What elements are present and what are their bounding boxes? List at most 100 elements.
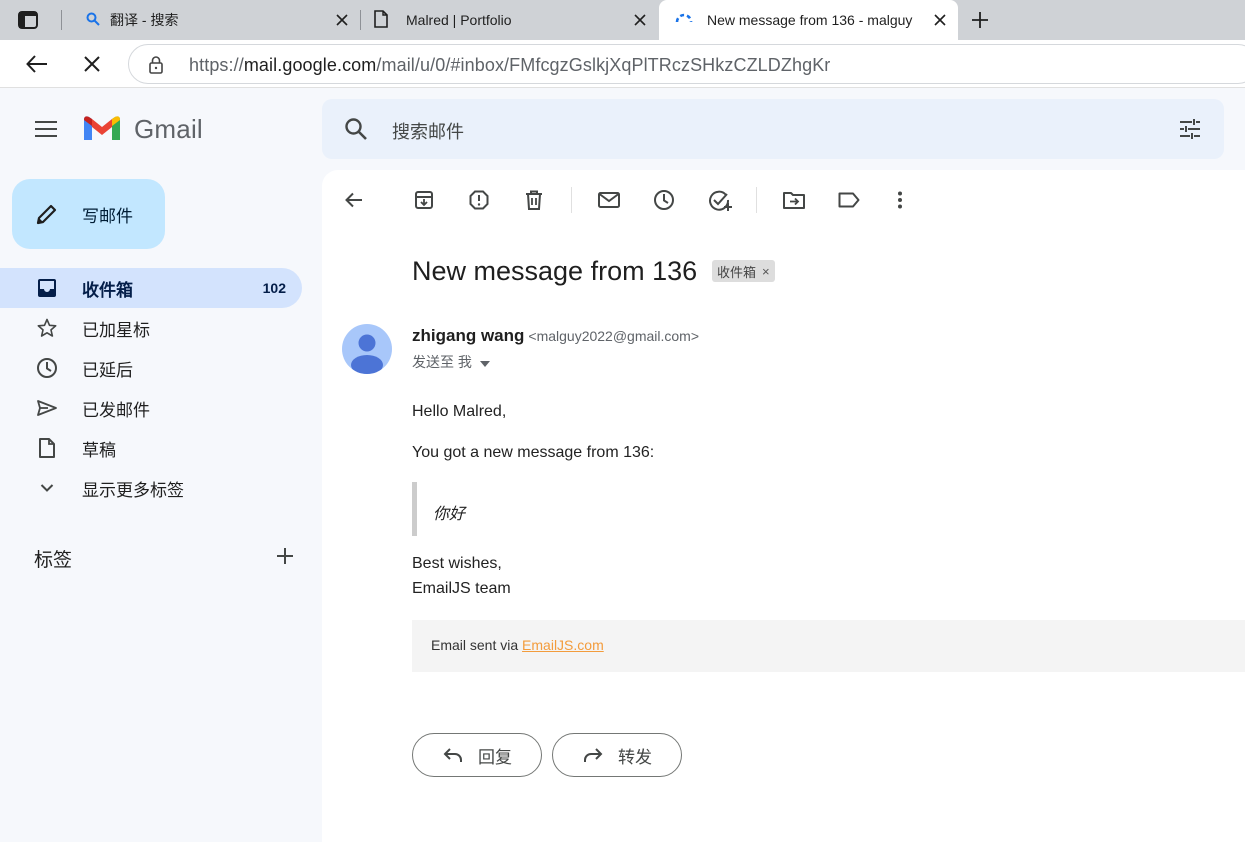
move-to-icon[interactable] <box>782 188 806 212</box>
star-icon <box>36 317 58 339</box>
gmail-wordmark: Gmail <box>134 114 203 144</box>
sidebar-item-label: 显示更多标签 <box>82 480 184 500</box>
sidebar-item-label: 草稿 <box>82 440 116 460</box>
labels-section-header: 标签 <box>34 545 294 571</box>
url-path: /mail/u/0/#inbox/FMfcgzGslkjXqPlTRczSHkz… <box>376 55 831 75</box>
quoted-text: 你好 <box>433 506 466 523</box>
label-icon[interactable] <box>837 188 861 212</box>
inbox-label-chip[interactable]: 收件箱 × <box>712 260 775 282</box>
sidebar-nav: 收件箱 102 已加星标 已延后 已发邮件 草稿 显示更多标签 <box>0 268 302 508</box>
stop-loading-icon[interactable] <box>80 52 104 76</box>
sidebar-item-snoozed[interactable]: 已延后 <box>0 348 302 388</box>
tab-separator <box>61 10 62 30</box>
tab-gmail-message[interactable]: New message from 136 - malguy <box>659 0 958 40</box>
quoted-message: 你好 <box>412 482 812 536</box>
emailjs-link[interactable]: EmailJS.com <box>522 637 604 653</box>
delete-icon[interactable] <box>522 188 546 212</box>
forward-label: 转发 <box>618 747 652 767</box>
caret-down-icon[interactable] <box>479 354 490 370</box>
close-icon[interactable] <box>632 12 648 28</box>
url-host: mail.google.com <box>243 55 377 75</box>
url-field[interactable]: https://mail.google.com/mail/u/0/#inbox/… <box>128 44 1245 84</box>
tab-separator <box>360 10 361 30</box>
archive-icon[interactable] <box>412 188 436 212</box>
more-vert-icon[interactable] <box>888 188 912 212</box>
browser-address-bar: https://mail.google.com/mail/u/0/#inbox/… <box>0 40 1245 88</box>
reply-label: 回复 <box>478 747 512 767</box>
unread-count: 102 <box>262 280 286 296</box>
tab-title: 翻译 - 搜索 <box>110 12 179 28</box>
forward-icon <box>582 744 604 766</box>
sidebar-item-starred[interactable]: 已加星标 <box>0 308 302 348</box>
body-closing-1: Best wishes, <box>412 555 502 572</box>
clock-icon <box>36 357 58 379</box>
search-input[interactable]: 搜索邮件 <box>392 118 464 144</box>
reply-button[interactable]: 回复 <box>412 733 542 777</box>
main-menu-icon[interactable] <box>32 117 60 141</box>
sender-line: zhigang wang <malguy2022@gmail.com> <box>412 326 699 346</box>
footer-text: Email sent via EmailJS.com <box>431 637 604 653</box>
forward-button[interactable]: 转发 <box>552 733 682 777</box>
url-text: https://mail.google.com/mail/u/0/#inbox/… <box>189 55 830 76</box>
snooze-clock-icon[interactable] <box>652 188 676 212</box>
tab-title: New message from 136 - malguy <box>707 12 913 28</box>
gmail-m-icon <box>82 112 122 147</box>
avatar[interactable] <box>342 324 392 374</box>
body-closing-2: EmailJS team <box>412 580 511 597</box>
gmail-logo[interactable]: Gmail <box>82 112 203 147</box>
send-icon <box>36 397 58 419</box>
footer-prefix: Email sent via <box>431 637 523 653</box>
draft-icon <box>36 437 58 459</box>
sidebar-item-inbox[interactable]: 收件箱 102 <box>0 268 302 308</box>
email-subject: New message from 136 <box>412 256 698 286</box>
inbox-icon <box>36 277 58 299</box>
compose-button[interactable]: 写邮件 <box>12 179 165 249</box>
reply-icon <box>442 744 464 766</box>
sidebar-item-label: 已发邮件 <box>82 400 150 420</box>
recipient-line[interactable]: 发送至 我 <box>412 352 490 372</box>
close-icon[interactable] <box>334 12 350 28</box>
lock-icon[interactable] <box>149 56 163 79</box>
message-panel: New message from 136 收件箱 × zhigang wang <… <box>322 170 1245 842</box>
back-to-inbox-icon[interactable] <box>342 188 366 212</box>
sidebar-item-more[interactable]: 显示更多标签 <box>0 468 302 508</box>
search-options-icon[interactable] <box>1178 117 1202 146</box>
search-bar[interactable]: 搜索邮件 <box>322 99 1224 159</box>
back-arrow-icon[interactable] <box>25 52 49 76</box>
chip-label: 收件箱 <box>717 264 757 280</box>
sidebar-item-drafts[interactable]: 草稿 <box>0 428 302 468</box>
sidebar-item-sent[interactable]: 已发邮件 <box>0 388 302 428</box>
compose-label: 写邮件 <box>82 206 133 226</box>
page-icon <box>374 9 388 31</box>
browser-tab-bar: 翻译 - 搜索 Malred | Portfolio New message f… <box>0 0 1245 40</box>
search-icon[interactable] <box>344 117 368 146</box>
chevron-down-icon <box>36 477 58 499</box>
mark-unread-icon[interactable] <box>597 188 621 212</box>
tab-portfolio[interactable]: Malred | Portfolio <box>362 0 658 40</box>
pencil-icon <box>34 201 60 227</box>
search-icon <box>86 12 100 29</box>
new-tab-button[interactable] <box>968 8 992 32</box>
close-icon[interactable] <box>932 12 948 28</box>
body-greeting: Hello Malred, <box>412 403 507 420</box>
tab-actions-icon[interactable] <box>14 8 42 32</box>
url-scheme: https:// <box>189 55 244 75</box>
email-footer: Email sent via EmailJS.com <box>412 620 1245 672</box>
report-spam-icon[interactable] <box>467 188 491 212</box>
labels-heading: 标签 <box>34 549 73 571</box>
body-intro: You got a new message from 136: <box>412 444 655 461</box>
toolbar-divider <box>571 187 572 213</box>
add-label-icon[interactable] <box>276 547 294 570</box>
tab-title: Malred | Portfolio <box>406 12 512 28</box>
sidebar-item-label: 已延后 <box>82 360 133 380</box>
sender-email: <malguy2022@gmail.com> <box>528 328 700 344</box>
sidebar-item-label: 收件箱 <box>82 280 133 300</box>
remove-label-icon[interactable]: × <box>762 264 770 279</box>
sender-name[interactable]: zhigang wang <box>412 326 524 345</box>
toolbar-divider <box>756 187 757 213</box>
add-to-tasks-icon[interactable] <box>708 188 732 212</box>
sidebar-item-label: 已加星标 <box>82 320 150 340</box>
tab-translate-search[interactable]: 翻译 - 搜索 <box>66 0 360 40</box>
loading-icon <box>675 12 693 28</box>
recipient-text: 发送至 我 <box>412 354 472 370</box>
